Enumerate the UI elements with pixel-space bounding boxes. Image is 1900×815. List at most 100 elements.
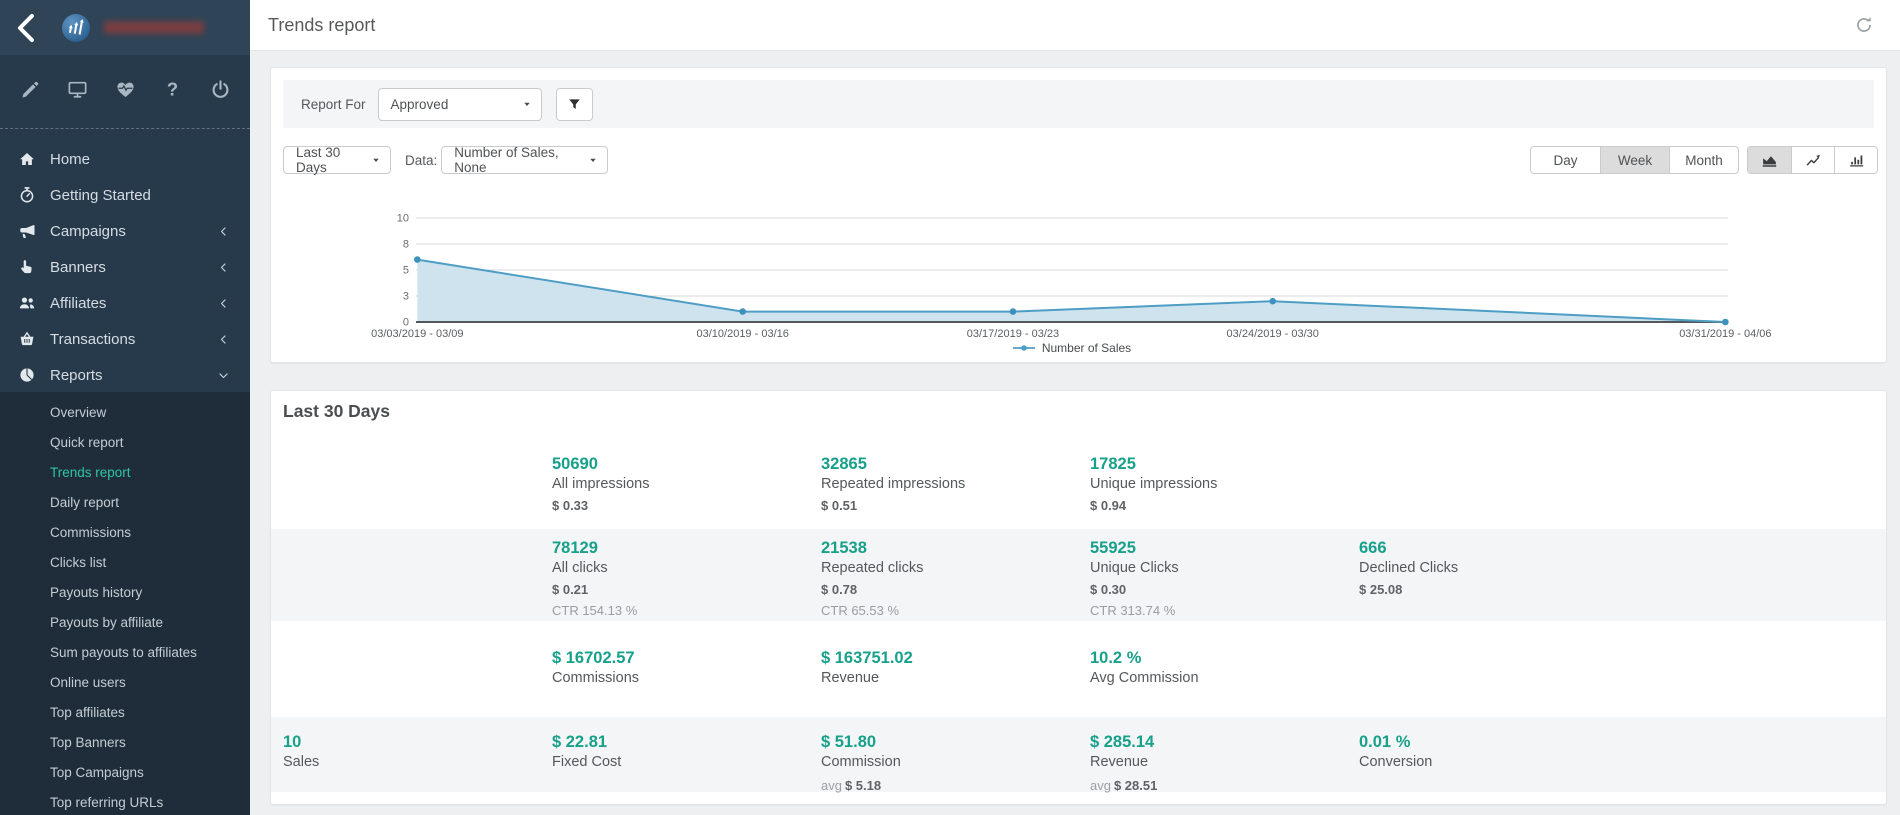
stat-label: Repeated impressions (821, 476, 1090, 492)
stat-label: Declined Clicks (1359, 560, 1628, 576)
chart-panel: Report For Approved Last 30 Days Data: N… (270, 67, 1887, 363)
submenu-item-payouts-history[interactable]: Payouts history (0, 578, 250, 608)
caret-down-icon (370, 154, 382, 166)
stats-panel: Last 30 Days 50690All impressions$ 0.333… (270, 390, 1887, 805)
stats-row: 50690All impressions$ 0.3332865Repeated … (271, 439, 1886, 529)
stat-label: Repeated clicks (821, 560, 1090, 576)
stat-value: 0.01 % (1359, 733, 1628, 751)
stat-sub-value: $ 0.78 (821, 582, 1090, 597)
stat-value: 17825 (1090, 455, 1359, 473)
help-button[interactable]: ? (155, 79, 191, 109)
monitor-button[interactable] (60, 79, 96, 109)
data-point[interactable] (414, 256, 421, 263)
stat-cell-empty (283, 539, 552, 621)
megaphone-icon (16, 222, 38, 240)
period-month-button[interactable]: Month (1669, 147, 1738, 173)
chart-controls: Last 30 Days Data: Number of Sales, None… (283, 146, 1878, 174)
sidebar-item-banners[interactable]: Banners (0, 249, 250, 285)
submenu-item-overview[interactable]: Overview (0, 398, 250, 428)
stat-sub-value: $ 0.30 (1090, 582, 1359, 597)
stat-label: Revenue (821, 670, 1090, 686)
sidebar-item-transactions[interactable]: Transactions (0, 321, 250, 357)
data-select-value: Number of Sales, None (454, 145, 581, 175)
stat-value: 32865 (821, 455, 1090, 473)
stat-cell-commissions: $ 16702.57Commissions (552, 649, 821, 717)
submenu-item-top-campaigns[interactable]: Top Campaigns (0, 758, 250, 788)
submenu-item-top-banners[interactable]: Top Banners (0, 728, 250, 758)
submenu-item-trends-report[interactable]: Trends report (0, 458, 250, 488)
period-week-button[interactable]: Week (1600, 147, 1669, 173)
stat-label: Unique Clicks (1090, 560, 1359, 576)
data-point[interactable] (1269, 298, 1276, 305)
sidebar-item-label: Transactions (50, 331, 217, 348)
back-button[interactable] (10, 11, 44, 45)
stat-cell-empty (1359, 455, 1628, 529)
sidebar-item-label: Reports (50, 367, 217, 384)
stat-avg-value: avg$ 28.51 (1090, 778, 1359, 793)
data-point[interactable] (1722, 319, 1729, 326)
brand-name-redacted (104, 21, 204, 34)
submenu-item-payouts-by-affiliate[interactable]: Payouts by affiliate (0, 608, 250, 638)
stats-row: $ 16702.57Commissions$ 163751.02Revenue1… (271, 621, 1886, 717)
line-chart-button[interactable] (1791, 147, 1834, 173)
stat-cell-empty (283, 455, 552, 529)
stat-label: Conversion (1359, 754, 1628, 770)
date-range-select[interactable]: Last 30 Days (283, 146, 391, 174)
submenu-item-quick-report[interactable]: Quick report (0, 428, 250, 458)
home-icon (16, 150, 38, 168)
filter-button[interactable] (556, 88, 593, 121)
area-chart-button[interactable] (1748, 147, 1791, 173)
sidebar-item-campaigns[interactable]: Campaigns (0, 213, 250, 249)
chevron-left-icon (10, 11, 44, 45)
stat-ctr-value: CTR 313.74 % (1090, 603, 1359, 618)
edit-button[interactable] (12, 79, 48, 109)
stat-value: 55925 (1090, 539, 1359, 557)
app-logo-icon (62, 14, 90, 42)
submenu-item-commissions[interactable]: Commissions (0, 518, 250, 548)
submenu-item-clicks-list[interactable]: Clicks list (0, 548, 250, 578)
legend-marker-icon (1013, 344, 1035, 352)
stat-label: Unique impressions (1090, 476, 1359, 492)
trend-chart: 10853003/03/2019 - 03/0903/10/2019 - 03/… (381, 208, 1781, 353)
stats-title: Last 30 Days (283, 401, 1886, 423)
stat-label: Sales (283, 754, 552, 770)
data-label: Data: (405, 153, 437, 168)
sidebar-item-home[interactable]: Home (0, 141, 250, 177)
stat-sub-value: $ 0.33 (552, 498, 821, 513)
submenu-item-top-referring-urls[interactable]: Top referring URLs (0, 788, 250, 815)
power-button[interactable] (202, 79, 238, 109)
stat-value: 50690 (552, 455, 821, 473)
refresh-button[interactable] (1854, 15, 1874, 35)
chevron-left-icon (217, 297, 230, 310)
submenu-item-top-affiliates[interactable]: Top affiliates (0, 698, 250, 728)
data-point[interactable] (1010, 308, 1017, 315)
period-day-button[interactable]: Day (1531, 147, 1600, 173)
sidebar-item-reports[interactable]: Reports (0, 357, 250, 393)
stat-avg-amount: $ 28.51 (1114, 778, 1157, 793)
sidebar-item-getting-started[interactable]: Getting Started (0, 177, 250, 213)
stat-cell-revenue: $ 285.14Revenueavg$ 28.51 (1090, 733, 1359, 793)
submenu-item-sum-payouts-to-affiliates[interactable]: Sum payouts to affiliates (0, 638, 250, 668)
y-axis-tick-label: 8 (403, 239, 409, 251)
data-point[interactable] (739, 308, 746, 315)
stat-avg-prefix: avg (1090, 778, 1111, 793)
stat-value: $ 285.14 (1090, 733, 1359, 751)
edit-icon (20, 79, 41, 100)
report-for-select[interactable]: Approved (378, 88, 542, 121)
submenu-item-online-users[interactable]: Online users (0, 668, 250, 698)
bar-chart-icon (1848, 152, 1865, 169)
stat-cell-empty (1359, 649, 1628, 717)
submenu-item-daily-report[interactable]: Daily report (0, 488, 250, 518)
stats-row: 78129All clicks$ 0.21CTR 154.13 %21538Re… (271, 529, 1886, 621)
stat-cell-declined-clicks: 666Declined Clicks$ 25.08 (1359, 539, 1628, 621)
sidebar-item-label: Getting Started (50, 187, 230, 204)
stat-cell-commission: $ 51.80Commissionavg$ 5.18 (821, 733, 1090, 793)
y-axis-tick-label: 5 (403, 265, 409, 277)
data-select[interactable]: Number of Sales, None (441, 146, 608, 174)
bar-chart-button[interactable] (1834, 147, 1877, 173)
sidebar-item-affiliates[interactable]: Affiliates (0, 285, 250, 321)
stat-value: $ 16702.57 (552, 649, 821, 667)
reports-submenu: OverviewQuick reportTrends reportDaily r… (0, 392, 250, 815)
chart-legend[interactable]: Number of Sales (416, 340, 1728, 356)
health-button[interactable] (107, 79, 143, 109)
